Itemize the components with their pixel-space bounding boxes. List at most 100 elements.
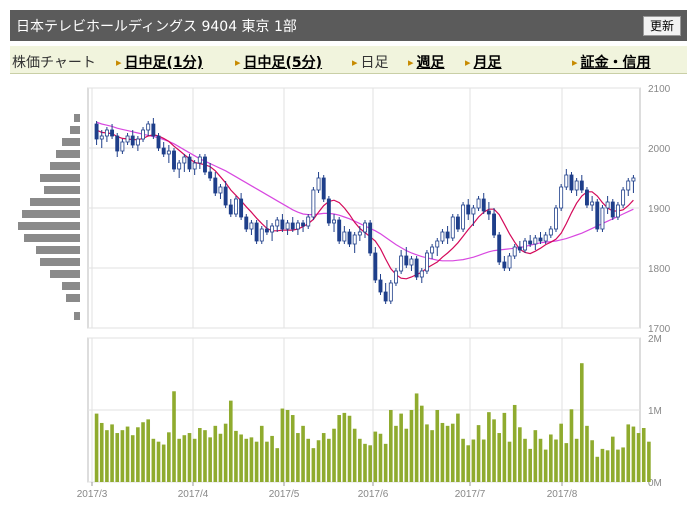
candle-body xyxy=(378,279,383,293)
candle-body xyxy=(481,198,486,212)
candle-body xyxy=(172,150,176,170)
candle-body xyxy=(213,177,218,194)
volume-bar xyxy=(352,428,357,482)
volume-bar xyxy=(497,433,502,482)
volume-bar xyxy=(543,449,548,482)
volume-bar xyxy=(579,363,584,482)
candle-body xyxy=(631,177,636,182)
volume-bar xyxy=(507,441,512,482)
candle-body xyxy=(161,147,166,155)
candle-body xyxy=(104,129,109,137)
candle-body xyxy=(120,141,125,152)
volume-bar xyxy=(419,405,424,482)
volume-bar xyxy=(414,393,419,482)
volume-bar xyxy=(99,422,104,482)
volume-bar xyxy=(187,433,192,482)
candle-body xyxy=(223,186,228,206)
candle-body xyxy=(316,177,321,191)
candle-body xyxy=(239,198,244,218)
candle-body xyxy=(264,228,269,233)
x-tick-label: 2017/7 xyxy=(455,489,486,500)
volume-tick-label: 1M xyxy=(648,406,662,417)
candle-body xyxy=(203,156,207,173)
volume-bar xyxy=(94,413,99,482)
candle-body xyxy=(414,258,419,278)
candle-body xyxy=(404,255,409,266)
x-tick-label: 2017/6 xyxy=(358,489,389,500)
candle-body xyxy=(326,198,331,224)
volume-bar xyxy=(487,412,491,482)
volume-bar xyxy=(476,425,481,482)
price-profile-bar xyxy=(44,186,80,194)
candle-body xyxy=(440,231,445,242)
volume-bar xyxy=(265,441,269,482)
candle-body xyxy=(615,204,620,218)
x-tick-label: 2017/5 xyxy=(269,489,300,500)
candle-body xyxy=(476,198,481,209)
volume-bar xyxy=(492,419,496,482)
price-profile-bar xyxy=(66,294,80,302)
volume-bar xyxy=(182,435,187,482)
candle-body xyxy=(290,222,295,230)
candle-body xyxy=(517,246,522,251)
volume-bar xyxy=(321,433,326,482)
candle-body xyxy=(388,282,393,302)
candle-body xyxy=(455,216,460,230)
volume-bar xyxy=(125,426,130,482)
candle-body xyxy=(445,231,450,239)
volume-bar xyxy=(130,435,135,482)
x-tick-label: 2017/3 xyxy=(77,489,108,500)
volume-bar xyxy=(538,438,543,482)
candle-body xyxy=(564,174,569,188)
candle-body xyxy=(486,210,491,215)
price-profile-bar xyxy=(30,198,80,206)
volume-bar xyxy=(647,441,651,482)
price-profile-bar xyxy=(70,126,80,134)
volume-bar xyxy=(600,448,605,482)
price-profile-bar xyxy=(74,114,80,122)
volume-bar xyxy=(631,426,636,482)
candle-body xyxy=(538,237,543,242)
volume-bar xyxy=(549,434,553,482)
price-profile-bar xyxy=(62,138,80,146)
volume-bar xyxy=(456,413,460,482)
candle-body xyxy=(569,174,574,191)
volume-bar xyxy=(306,438,311,482)
volume-bar xyxy=(471,439,476,482)
volume-bar xyxy=(254,441,259,482)
volume-bar xyxy=(554,439,558,482)
candle-body xyxy=(146,123,151,131)
price-profile-bar xyxy=(50,270,80,278)
volume-bar xyxy=(105,430,109,482)
candle-body xyxy=(197,156,202,164)
price-tick-label: 2000 xyxy=(648,144,671,155)
volume-bar xyxy=(203,430,207,482)
candle-body xyxy=(249,222,254,230)
candle-body xyxy=(192,162,197,170)
candle-body xyxy=(275,219,280,227)
volume-bar xyxy=(136,427,140,482)
stock-chart: 210020001900180017002M1M0M2017/3 2017/4 20… xyxy=(18,84,671,500)
candle-body xyxy=(177,162,182,170)
volume-bar xyxy=(110,424,114,482)
volume-bar xyxy=(316,440,321,482)
candle-body xyxy=(130,135,135,146)
volume-bar xyxy=(389,410,393,482)
volume-bar xyxy=(440,422,445,482)
candle-body xyxy=(523,240,527,251)
candle-body xyxy=(280,219,285,230)
volume-bar xyxy=(198,428,202,482)
volume-bar xyxy=(192,438,197,482)
volume-bar xyxy=(332,428,336,482)
candle-body xyxy=(548,228,553,236)
candle-body xyxy=(450,216,455,239)
candle-body xyxy=(166,150,171,155)
candle-body xyxy=(435,240,440,248)
candle-body xyxy=(554,207,558,230)
candle-body xyxy=(352,234,357,245)
candle-body xyxy=(533,237,538,245)
volume-bar xyxy=(249,437,254,482)
candle-body xyxy=(135,138,140,146)
candle-body xyxy=(492,213,496,236)
volume-bar xyxy=(564,443,569,482)
